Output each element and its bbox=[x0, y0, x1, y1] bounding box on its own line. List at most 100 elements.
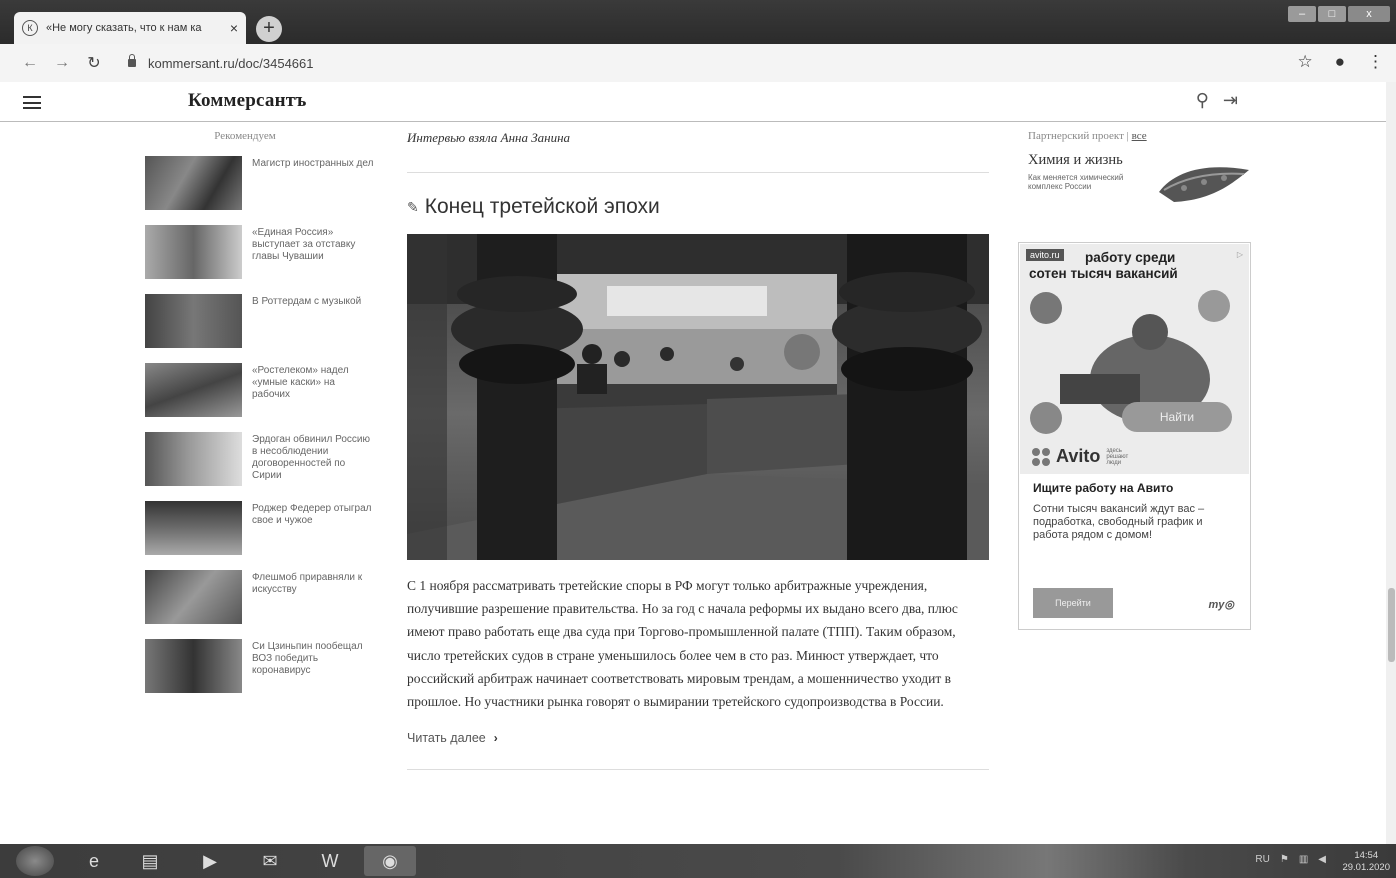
recommended-item[interactable]: Магистр иностранных дел bbox=[145, 156, 375, 225]
site-header: Коммерсантъ ⚲ ⇥ bbox=[0, 82, 1386, 122]
recommended-item-title[interactable]: Си Цзиньпин пообещал ВОЗ победить корона… bbox=[252, 641, 375, 708]
recommended-item-title[interactable]: Эрдоган обвинил Россию в несоблюдении до… bbox=[252, 434, 375, 501]
recommended-thumbnail[interactable] bbox=[145, 294, 242, 348]
browser-titlebar: К «Не могу сказать, что к нам ка × + – □… bbox=[0, 0, 1396, 44]
recommended-item[interactable]: Флешмоб приравняли к искусству bbox=[145, 570, 375, 639]
recommended-sidebar: Рекомендуем Магистр иностранных дел «Еди… bbox=[145, 130, 375, 708]
recommended-item[interactable]: «Ростелеком» надел «умные каски» на рабо… bbox=[145, 363, 375, 432]
recommended-item-title[interactable]: Магистр иностранных дел bbox=[252, 158, 373, 225]
promo-image[interactable] bbox=[1154, 152, 1254, 208]
article-lead: С 1 ноября рассматривать третейские спор… bbox=[407, 578, 958, 710]
login-icon[interactable]: ⇥ bbox=[1223, 90, 1238, 111]
recommended-item[interactable]: В Роттердам с музыкой bbox=[145, 294, 375, 363]
site-favicon-icon: К bbox=[22, 20, 38, 36]
recommended-thumbnail[interactable] bbox=[145, 501, 242, 555]
recommended-item[interactable]: «Единая Россия» выступает за отставку гл… bbox=[145, 225, 375, 294]
tray-flag-icon[interactable]: ⚑ bbox=[1280, 854, 1289, 865]
menu-dots-icon[interactable]: ⋮ bbox=[1367, 52, 1384, 72]
back-arrow-icon[interactable]: ← bbox=[14, 54, 46, 72]
read-more-label[interactable]: Читать далее bbox=[407, 731, 486, 745]
system-tray: RU ⚑ ▥ ◀ bbox=[1255, 854, 1326, 865]
scrollbar-thumb[interactable] bbox=[1388, 588, 1395, 662]
advertisement-banner[interactable]: avito.ru работу среди сотен тысяч ваканс… bbox=[1018, 242, 1251, 630]
clock-date: 29.01.2020 bbox=[1342, 862, 1390, 873]
ad-go-button[interactable]: Перейти bbox=[1033, 588, 1113, 618]
ad-brand-name: Avito bbox=[1056, 446, 1101, 466]
file-explorer-icon[interactable]: ▤ bbox=[124, 846, 176, 876]
recommended-item[interactable]: Эрдоган обвинил Россию в несоблюдении до… bbox=[145, 432, 375, 501]
chrome-icon[interactable]: ◉ bbox=[364, 846, 416, 876]
recommended-title: Рекомендуем bbox=[214, 130, 276, 142]
recommended-thumbnail[interactable] bbox=[145, 432, 242, 486]
article-title[interactable]: ✎ Конец третейской эпохи bbox=[407, 195, 989, 219]
system-clock[interactable]: 14:54 29.01.2020 bbox=[1342, 850, 1390, 874]
ad-brand-tag: здесь решают люди bbox=[1106, 447, 1129, 466]
ad-headline: работу среди сотен тысяч вакансий bbox=[1029, 250, 1178, 282]
recommended-thumbnail[interactable] bbox=[145, 639, 242, 693]
browser-tab[interactable]: К «Не могу сказать, что к нам ка × bbox=[14, 12, 246, 44]
media-player-icon[interactable]: ▶ bbox=[184, 846, 236, 876]
recommended-item[interactable]: Роджер Федерер отыграл свое и чужое bbox=[145, 501, 375, 570]
divider bbox=[407, 769, 989, 771]
hamburger-menu-icon[interactable] bbox=[23, 96, 41, 109]
article-byline: Интервью взяла Анна Занина bbox=[407, 130, 571, 145]
ad-brand: Avito здесь решают люди bbox=[1032, 446, 1140, 467]
recommended-thumbnail[interactable] bbox=[145, 363, 242, 417]
site-logo[interactable]: Коммерсантъ bbox=[188, 90, 307, 112]
avito-logo-icon bbox=[1032, 447, 1050, 466]
ad-close-icon[interactable]: ▷ bbox=[1237, 250, 1243, 259]
search-icon[interactable]: ⚲ bbox=[1196, 90, 1209, 111]
tray-network-icon[interactable]: ▥ bbox=[1299, 854, 1308, 865]
partner-promo[interactable]: Химия и жизнь Как меняется химический ко… bbox=[1028, 152, 1253, 248]
windows-taskbar: e ▤ ▶ ✉ W ◉ RU ⚑ ▥ ◀ 14:54 29.01.2020 bbox=[0, 844, 1396, 878]
ad-image-area[interactable]: avito.ru работу среди сотен тысяч ваканс… bbox=[1020, 244, 1249, 474]
minimize-button[interactable]: – bbox=[1288, 6, 1316, 22]
ad-description: Сотни тысяч вакансий ждут вас – подработ… bbox=[1033, 503, 1205, 541]
recommended-item[interactable]: Си Цзиньпин пообещал ВОЗ победить корона… bbox=[145, 639, 375, 708]
profile-icon[interactable]: ● bbox=[1335, 52, 1345, 72]
language-indicator[interactable]: RU bbox=[1255, 854, 1269, 865]
divider bbox=[407, 172, 989, 173]
url-field[interactable]: kommersant.ru/doc/3454661 bbox=[128, 54, 314, 71]
partner-separator: | bbox=[1123, 130, 1132, 142]
address-bar: ← → ↻ kommersant.ru/doc/3454661 ☆ ● ⋮ bbox=[0, 44, 1396, 82]
ad-text-block: Ищите работу на Авито Сотни тысяч ваканс… bbox=[1033, 481, 1233, 542]
bookmark-star-icon[interactable]: ☆ bbox=[1297, 52, 1312, 72]
close-window-button[interactable]: x bbox=[1348, 6, 1390, 22]
read-more-link[interactable]: Читать далее › bbox=[407, 731, 989, 745]
recommended-item-title[interactable]: В Роттердам с музыкой bbox=[252, 296, 361, 363]
ad-title[interactable]: Ищите работу на Авито bbox=[1033, 481, 1233, 495]
word-icon[interactable]: W bbox=[304, 846, 356, 876]
recommended-item-title[interactable]: «Ростелеком» надел «умные каски» на рабо… bbox=[252, 365, 375, 432]
promo-subtitle: Как меняется химический комплекс России bbox=[1028, 173, 1124, 191]
article-title-text[interactable]: Конец третейской эпохи bbox=[425, 195, 660, 219]
article-photo[interactable] bbox=[407, 234, 989, 560]
forward-arrow-icon[interactable]: → bbox=[46, 54, 78, 72]
ad-headline-line2: сотен тысяч вакансий bbox=[1029, 266, 1178, 281]
outlook-icon[interactable]: ✉ bbox=[244, 846, 296, 876]
page-scrollbar[interactable] bbox=[1386, 82, 1396, 844]
reload-icon[interactable]: ↻ bbox=[78, 53, 110, 73]
recommended-item-title[interactable]: «Единая Россия» выступает за отставку гл… bbox=[252, 227, 375, 294]
ad-find-button[interactable]: Найти bbox=[1122, 402, 1232, 432]
recommended-item-title[interactable]: Флешмоб приравняли к искусству bbox=[252, 572, 375, 639]
maximize-button[interactable]: □ bbox=[1318, 6, 1346, 22]
tray-volume-icon[interactable]: ◀ bbox=[1318, 854, 1326, 865]
recommended-thumbnail[interactable] bbox=[145, 570, 242, 624]
internet-explorer-icon[interactable]: e bbox=[68, 846, 120, 876]
lock-icon bbox=[128, 54, 136, 67]
partner-label-text: Партнерский проект bbox=[1028, 130, 1124, 142]
ad-network-logo: my◎ bbox=[1208, 598, 1234, 611]
partner-all-link[interactable]: все bbox=[1132, 130, 1147, 142]
recommended-thumbnail[interactable] bbox=[145, 225, 242, 279]
partner-project-label: Партнерский проект | все bbox=[1028, 130, 1253, 142]
tab-close-icon[interactable]: × bbox=[230, 20, 238, 36]
start-button[interactable] bbox=[16, 846, 54, 876]
recommended-thumbnail[interactable] bbox=[145, 156, 242, 210]
url-text: kommersant.ru/doc/3454661 bbox=[148, 55, 314, 71]
recommended-item-title[interactable]: Роджер Федерер отыграл свое и чужое bbox=[252, 503, 375, 570]
new-tab-button[interactable]: + bbox=[256, 16, 282, 42]
clock-time: 14:54 bbox=[1354, 850, 1379, 861]
courtroom-illustration bbox=[407, 234, 989, 560]
article-type-icon: ✎ bbox=[407, 198, 419, 215]
